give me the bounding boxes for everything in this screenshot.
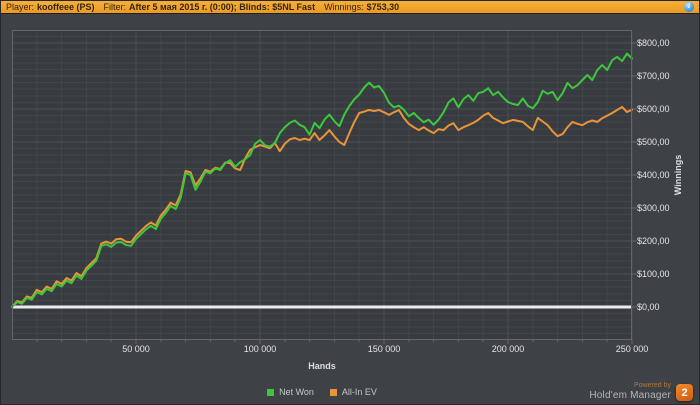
holdem-manager-branding: Powered by Hold'em Manager 2 [589, 382, 693, 401]
player-label: Player: [6, 2, 34, 12]
branding-text: Powered by Hold'em Manager [589, 382, 671, 401]
hm2-badge-icon: 2 [676, 384, 693, 401]
player-value: kooffeee (PS) [37, 2, 95, 12]
filter-value: After 5 мая 2015 г. (0:00); Blinds: $5NL… [129, 2, 315, 12]
header-player: Player: kooffeee (PS) [6, 2, 95, 12]
header-filter: Filter: After 5 мая 2015 г. (0:00); Blin… [104, 2, 316, 12]
header-winnings: Winnings: $753,30 [324, 2, 399, 12]
info-icon[interactable]: i [684, 2, 694, 12]
powered-by-label: Powered by [634, 382, 671, 389]
winnings-value: $753,30 [367, 2, 400, 12]
app-name-label: Hold'em Manager [589, 391, 671, 401]
winnings-graph [0, 0, 700, 405]
header-bar: Player: kooffeee (PS) Filter: After 5 ма… [0, 0, 700, 14]
filter-label: Filter: [104, 2, 127, 12]
winnings-label: Winnings: [324, 2, 364, 12]
